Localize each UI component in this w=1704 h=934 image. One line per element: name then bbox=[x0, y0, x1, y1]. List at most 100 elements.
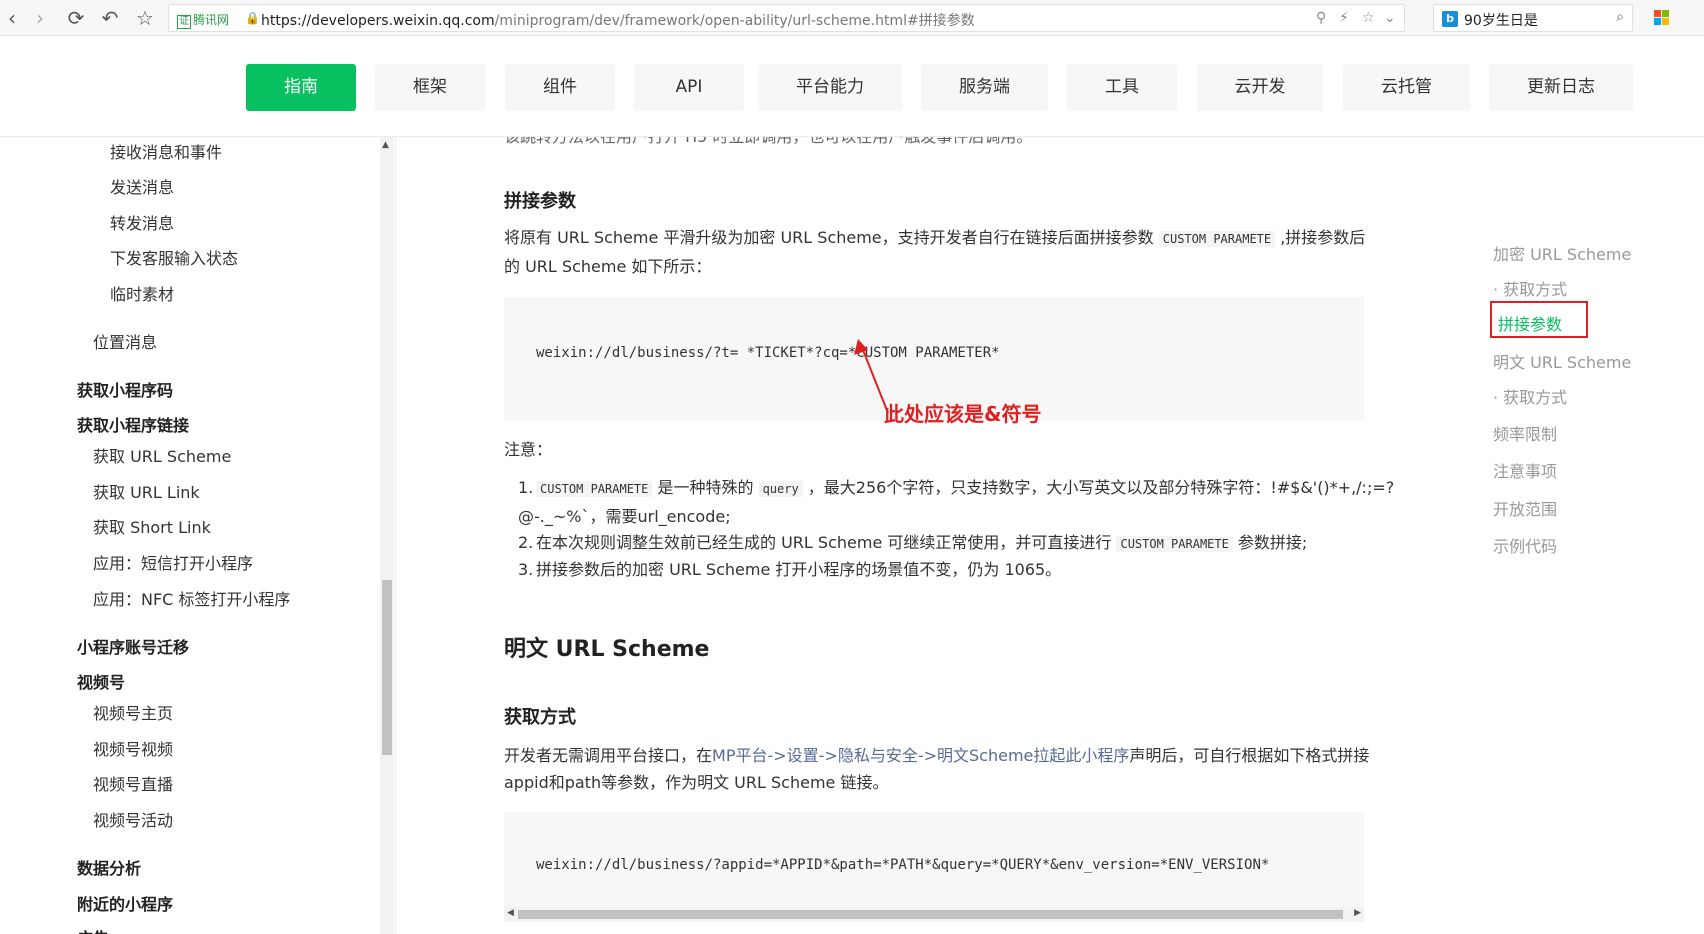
note2-text-b: 参数拼接; bbox=[1232, 533, 1308, 552]
inline-code-query: query bbox=[758, 481, 803, 497]
undo-close-icon[interactable]: ↶ bbox=[98, 6, 122, 30]
sidebar-item-account-migration[interactable]: 小程序账号迁移 bbox=[77, 634, 189, 658]
sidebar-item-typing-status[interactable]: 下发客服输入状态 bbox=[110, 245, 238, 269]
toc-item-plaintext-scheme[interactable]: 明文 URL Scheme bbox=[1493, 349, 1631, 373]
nav-api[interactable]: API bbox=[634, 64, 744, 111]
nav-changelog[interactable]: 更新日志 bbox=[1489, 64, 1633, 111]
code-scrollbar-thumb[interactable] bbox=[518, 910, 1343, 919]
search-icon[interactable]: ⌕ bbox=[1616, 9, 1624, 25]
note2-text-a: 在本次规则调整生效前已经生成的 URL Scheme 可继续正常使用，并可直接进… bbox=[536, 533, 1117, 552]
section-title-append-params: 拼接参数 bbox=[504, 191, 576, 212]
section-title-plaintext-scheme: 明文 URL Scheme bbox=[504, 637, 710, 662]
url-path: /miniprogram/dev/framework/open-ability/… bbox=[494, 13, 975, 29]
nav-cloud-hosting[interactable]: 云托管 bbox=[1343, 64, 1470, 111]
search-engine-logo-icon: b bbox=[1442, 11, 1458, 27]
nav-components[interactable]: 组件 bbox=[505, 64, 615, 111]
nav-guide[interactable]: 指南 bbox=[246, 64, 356, 111]
note1-text-a: 是一种特殊的 bbox=[652, 478, 759, 497]
toc-item-acquisition-2[interactable]: · 获取方式 bbox=[1493, 384, 1567, 408]
sidebar-item-channels-home[interactable]: 视频号主页 bbox=[93, 700, 173, 724]
bookmark-star-icon[interactable]: ☆ bbox=[133, 6, 157, 30]
zoom-icon[interactable]: ⚲ bbox=[1316, 10, 1326, 26]
acquisition-text-a: 开发者无需调用平台接口，在 bbox=[504, 746, 713, 765]
sidebar-item-channels[interactable]: 视频号 bbox=[77, 669, 125, 693]
url-host: https://developers.weixin.qq.com bbox=[261, 13, 495, 29]
toc-item-encrypted-scheme[interactable]: 加密 URL Scheme bbox=[1493, 241, 1631, 265]
note-item-2: 2. 在本次规则调整生效前已经生成的 URL Scheme 可继续正常使用，并可直… bbox=[518, 529, 1398, 558]
sidebar-item-forward-messages[interactable]: 转发消息 bbox=[110, 210, 174, 234]
nav-cloud-development[interactable]: 云开发 bbox=[1197, 64, 1323, 111]
sidebar-scrollbar-thumb[interactable] bbox=[382, 580, 392, 755]
inline-code-custom-param: CUSTOM PARAMETE bbox=[1158, 231, 1276, 247]
forward-icon[interactable]: › bbox=[28, 6, 52, 30]
toc-item-acquisition-1[interactable]: · 获取方式 bbox=[1493, 276, 1567, 300]
highlight-box bbox=[1490, 301, 1588, 338]
scroll-left-arrow-icon[interactable]: ◀ bbox=[507, 908, 514, 918]
sidebar-item-location-messages[interactable]: 位置消息 bbox=[93, 329, 157, 353]
browser-toolbar: ‹ › ⟳ ↶ ☆ 证腾讯网 🔒 https://developers.weix… bbox=[0, 0, 1704, 36]
code-horizontal-scrollbar[interactable]: ◀ ▶ bbox=[504, 907, 1364, 921]
toc-item-availability[interactable]: 开放范围 bbox=[1493, 496, 1557, 520]
lightning-icon[interactable]: ⚡ bbox=[1339, 10, 1349, 26]
sidebar-item-analytics[interactable]: 数据分析 bbox=[77, 855, 141, 879]
certificate-label: 腾讯网 bbox=[193, 13, 230, 27]
append-params-text-a: 将原有 URL Scheme 平滑升级为加密 URL Scheme，支持开发者自… bbox=[504, 228, 1159, 247]
note-label: 注意： bbox=[504, 440, 553, 459]
sidebar-item-ads[interactable]: 广告 bbox=[77, 925, 109, 934]
append-params-description: 将原有 URL Scheme 平滑升级为加密 URL Scheme，支持开发者自… bbox=[504, 224, 1374, 280]
sidebar-item-channels-live[interactable]: 视频号直播 bbox=[93, 771, 173, 795]
sidebar-item-get-url-link[interactable]: 获取 URL Link bbox=[93, 479, 200, 503]
windows-logo-icon[interactable] bbox=[1654, 10, 1670, 26]
reload-icon[interactable]: ⟳ bbox=[64, 6, 88, 30]
note-item-1: 1. CUSTOM PARAMETE 是一种特殊的 query ，最大256个字符… bbox=[518, 474, 1398, 530]
site-certificate-badge[interactable]: 证腾讯网 bbox=[177, 11, 229, 29]
sidebar: 接收消息和事件 发送消息 转发消息 下发客服输入状态 临时素材 位置消息 获取小… bbox=[0, 137, 396, 934]
main-content: 该跳转方法以在用户打开 H5 时立即调用，也可以在用户触发事件后调用。 拼接参数… bbox=[396, 137, 1466, 934]
browser-search-box[interactable]: b 90岁生日是 ⌕ bbox=[1433, 4, 1633, 32]
sidebar-item-nfc-open[interactable]: 应用：NFC 标签打开小程序 bbox=[93, 586, 290, 610]
favorite-star-icon[interactable]: ☆ bbox=[1362, 10, 1375, 26]
toc-item-notes[interactable]: 注意事项 bbox=[1493, 458, 1557, 482]
note3-text: 拼接参数后的加密 URL Scheme 打开小程序的场景值不变，仍为 1065。 bbox=[536, 560, 1062, 579]
sidebar-item-get-links[interactable]: 获取小程序链接 bbox=[77, 412, 189, 436]
nav-tools[interactable]: 工具 bbox=[1067, 64, 1177, 111]
note-item-3: 3. 拼接参数后的加密 URL Scheme 打开小程序的场景值不变，仍为 106… bbox=[518, 556, 1398, 583]
acquisition-description: 开发者无需调用平台接口，在MP平台->设置->隐私与安全->明文Scheme拉起… bbox=[504, 742, 1374, 796]
code-plaintext-scheme: weixin://dl/business/?appid=*APPID*&path… bbox=[536, 857, 1270, 873]
back-icon[interactable]: ‹ bbox=[0, 6, 24, 30]
nav-framework[interactable]: 框架 bbox=[375, 64, 485, 111]
code-block-plaintext-scheme: weixin://dl/business/?appid=*APPID*&path… bbox=[504, 812, 1364, 922]
lock-icon: 🔒 bbox=[245, 11, 260, 25]
scroll-right-arrow-icon[interactable]: ▶ bbox=[1354, 908, 1361, 918]
note-number-3: 3. bbox=[518, 560, 534, 579]
sidebar-item-temp-media[interactable]: 临时素材 bbox=[110, 281, 174, 305]
code-encrypted-scheme: weixin://dl/business/?t= *TICKET*?cq=*CU… bbox=[536, 345, 1000, 361]
sidebar-item-get-url-scheme[interactable]: 获取 URL Scheme bbox=[93, 443, 231, 467]
section-title-acquisition: 获取方式 bbox=[504, 707, 576, 728]
nav-platform-capabilities[interactable]: 平台能力 bbox=[758, 64, 902, 111]
top-navigation: 指南 框架 组件 API 平台能力 服务端 工具 云开发 云托管 更新日志 bbox=[0, 37, 1704, 137]
sidebar-item-sms-open[interactable]: 应用：短信打开小程序 bbox=[93, 550, 253, 574]
sidebar-item-get-qrcode[interactable]: 获取小程序码 bbox=[77, 377, 173, 401]
toc-item-sample-code[interactable]: 示例代码 bbox=[1493, 533, 1557, 557]
truncated-paragraph: 该跳转方法以在用户打开 H5 时立即调用，也可以在用户触发事件后调用。 bbox=[504, 137, 1374, 150]
sidebar-item-get-short-link[interactable]: 获取 Short Link bbox=[93, 514, 211, 538]
url-text[interactable]: https://developers.weixin.qq.com/minipro… bbox=[261, 10, 975, 30]
sidebar-item-send-messages[interactable]: 发送消息 bbox=[110, 174, 174, 198]
sidebar-scrollbar[interactable] bbox=[380, 137, 394, 934]
inline-code-custom-param: CUSTOM PARAMETE bbox=[536, 481, 653, 497]
toc-item-rate-limit[interactable]: 频率限制 bbox=[1493, 421, 1557, 445]
scroll-up-arrow-icon[interactable]: ▲ bbox=[382, 140, 389, 150]
mp-platform-settings-link[interactable]: MP平台->设置->隐私与安全->明文Scheme拉起此小程序 bbox=[712, 746, 1129, 765]
sidebar-item-nearby[interactable]: 附近的小程序 bbox=[77, 891, 173, 915]
certificate-icon: 证 bbox=[177, 15, 191, 29]
address-bar[interactable]: 证腾讯网 🔒 https://developers.weixin.qq.com/… bbox=[168, 4, 1405, 32]
sidebar-item-channels-video[interactable]: 视频号视频 bbox=[93, 736, 173, 760]
sidebar-item-receive-messages[interactable]: 接收消息和事件 bbox=[110, 139, 222, 163]
note-number-2: 2. bbox=[518, 533, 534, 552]
annotation-text: 此处应该是&符号 bbox=[884, 402, 1042, 426]
nav-server[interactable]: 服务端 bbox=[921, 64, 1048, 111]
chevron-down-icon[interactable]: ⌄ bbox=[1384, 10, 1396, 26]
search-text: 90岁生日是 bbox=[1464, 13, 1538, 29]
sidebar-item-channels-events[interactable]: 视频号活动 bbox=[93, 807, 173, 831]
